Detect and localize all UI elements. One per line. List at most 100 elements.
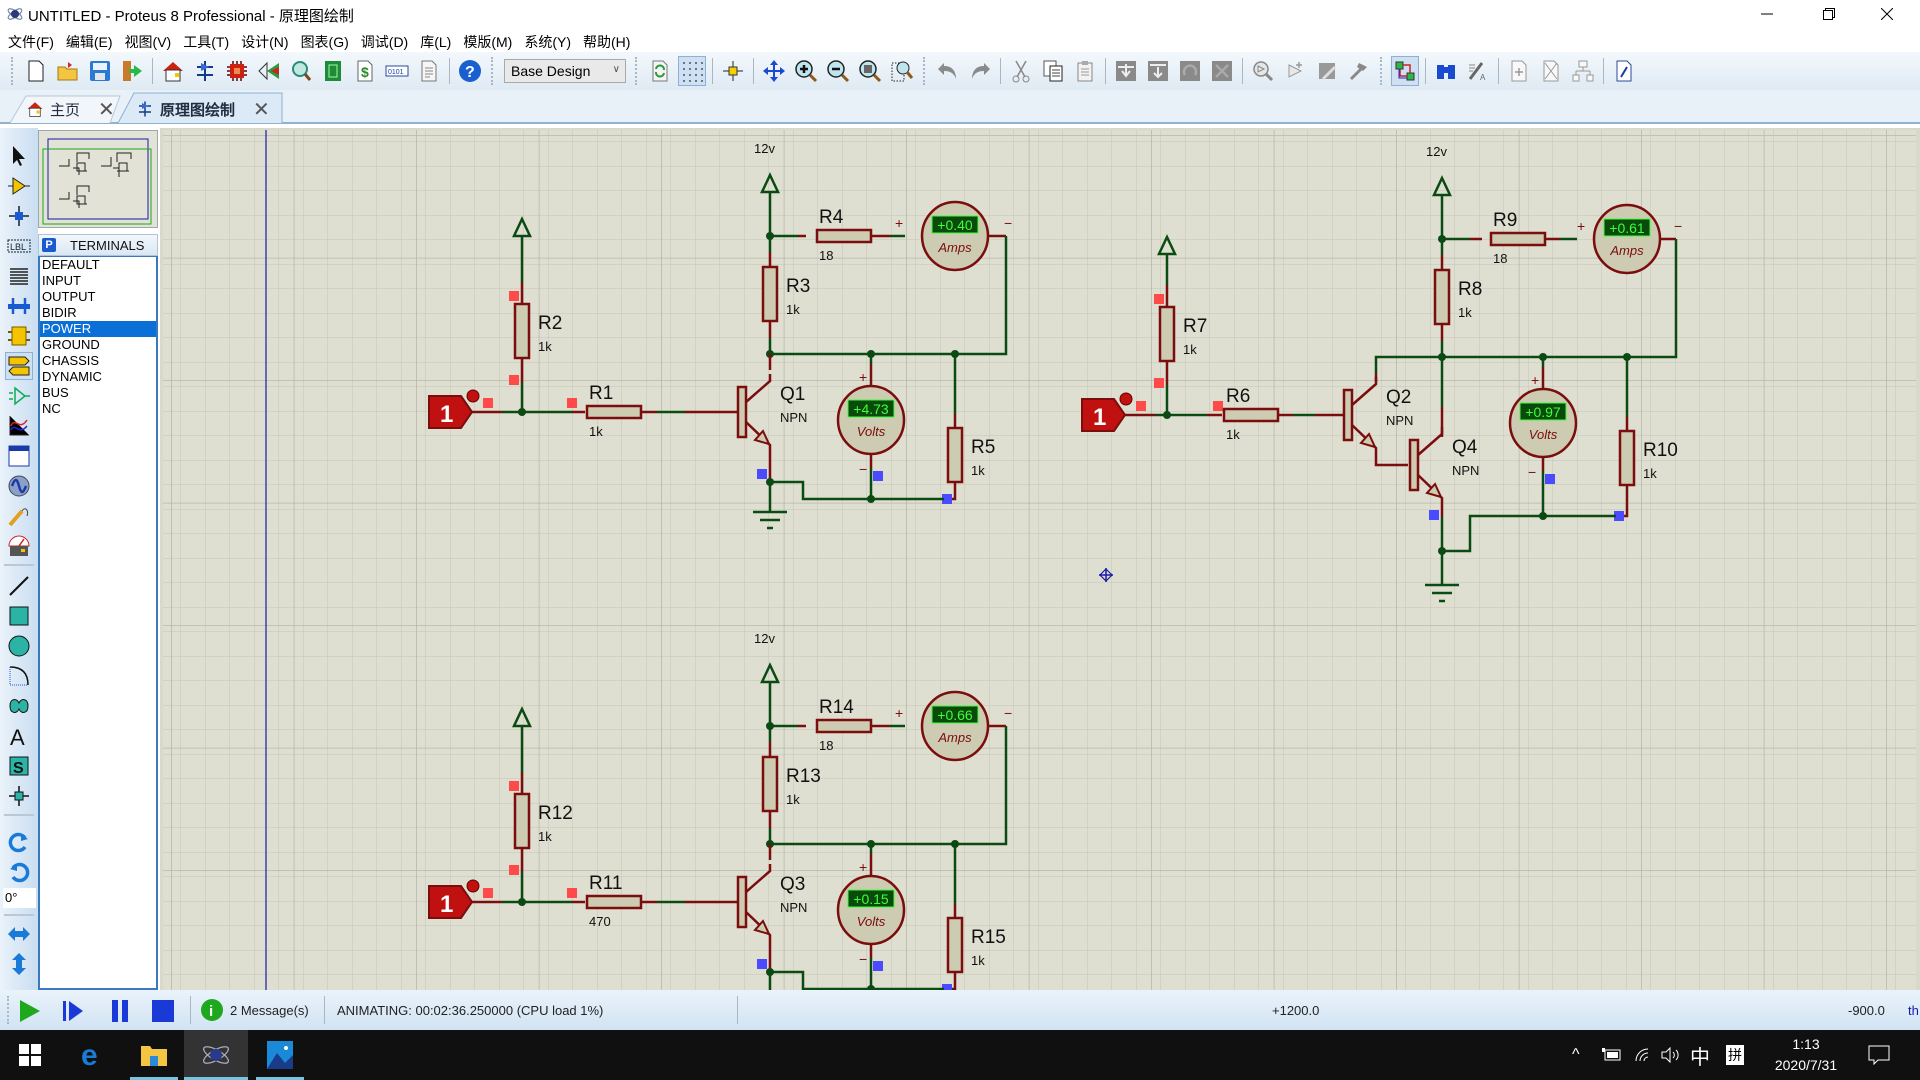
tab-schematic[interactable]: 原理图绘制 ✕ xyxy=(136,94,270,124)
terminal-item-input[interactable]: INPUT xyxy=(40,273,156,289)
taskbar-photos[interactable] xyxy=(250,1030,310,1080)
graph-mode-button[interactable] xyxy=(5,412,33,440)
design-notes-button[interactable] xyxy=(415,56,443,86)
terminal-item-power[interactable]: POWER xyxy=(40,321,156,337)
messages-count[interactable]: 2 Message(s) xyxy=(230,1003,309,1018)
package-tool-button[interactable] xyxy=(1313,56,1341,86)
text-script-button[interactable] xyxy=(5,262,33,290)
selection-mode-button[interactable] xyxy=(5,142,33,170)
exit-to-parent-button[interactable] xyxy=(1569,56,1597,86)
voltmeter[interactable]: +4.73 Volts xyxy=(836,384,906,456)
volume-indicator[interactable] xyxy=(1660,1030,1682,1080)
toolbar-grip[interactable] xyxy=(491,57,495,85)
menu-library[interactable]: 库(L) xyxy=(418,28,457,52)
stop-button[interactable] xyxy=(150,998,176,1024)
decompose-button[interactable] xyxy=(1345,56,1373,86)
voltage-probe-button[interactable] xyxy=(5,502,33,530)
device-pins-button[interactable] xyxy=(5,382,33,410)
block-copy-button[interactable] xyxy=(1112,56,1140,86)
block-rotate-button[interactable] xyxy=(1176,56,1204,86)
toolbar-grip[interactable] xyxy=(923,57,927,85)
import-button[interactable] xyxy=(118,56,146,86)
ammeter[interactable]: +0.40 Amps xyxy=(920,200,990,272)
terminals-mode-button[interactable] xyxy=(5,352,33,380)
start-button[interactable] xyxy=(0,1030,60,1080)
toolbar-grip[interactable] xyxy=(635,57,639,85)
origin-button[interactable] xyxy=(719,56,747,86)
block-move-button[interactable] xyxy=(1144,56,1172,86)
schematic-canvas[interactable]: 12v R4 18 + +0.40 Amps − R3 1k Q1 NPN + +4.73 Volts − R… xyxy=(163,130,1916,990)
source-code-button[interactable]: 0101 xyxy=(383,56,411,86)
flip-vertical-button[interactable] xyxy=(5,950,33,978)
schematic-button[interactable] xyxy=(191,56,219,86)
new-file-button[interactable] xyxy=(22,56,50,86)
arc-mode-button[interactable] xyxy=(5,662,33,690)
terminal-item-output[interactable]: OUTPUT xyxy=(40,289,156,305)
open-file-button[interactable] xyxy=(54,56,82,86)
toolbar-grip[interactable] xyxy=(1380,57,1384,85)
wire-label-button[interactable]: LBL xyxy=(5,232,33,260)
make-device-button[interactable] xyxy=(1281,56,1309,86)
symbol-mode-button[interactable]: S xyxy=(5,752,33,780)
close-tab-home-icon[interactable]: ✕ xyxy=(98,97,115,122)
paste-button[interactable] xyxy=(1071,56,1099,86)
save-button[interactable] xyxy=(86,56,114,86)
taskbar-proteus[interactable] xyxy=(184,1030,248,1080)
subcircuit-mode-button[interactable] xyxy=(5,322,33,350)
toggle-grid-button[interactable] xyxy=(678,56,706,86)
copy-button[interactable] xyxy=(1039,56,1067,86)
ammeter[interactable]: +0.66 Amps xyxy=(920,690,990,762)
play-button[interactable] xyxy=(16,998,42,1024)
toolbar-grip[interactable] xyxy=(11,57,15,85)
ime-mode[interactable]: 拼 xyxy=(1726,1030,1744,1080)
search-tag-button[interactable] xyxy=(1432,56,1460,86)
virtual-instruments-button[interactable] xyxy=(5,532,33,560)
3d-view-button[interactable] xyxy=(255,56,283,86)
text-mode-button[interactable]: A xyxy=(5,722,33,750)
overview-window[interactable] xyxy=(38,130,158,228)
zoom-out-button[interactable] xyxy=(824,56,852,86)
marker-mode-button[interactable] xyxy=(5,782,33,810)
voltmeter[interactable]: +0.97 Volts xyxy=(1508,387,1578,459)
generator-mode-button[interactable] xyxy=(5,472,33,500)
bus-mode-button[interactable] xyxy=(5,292,33,320)
box-mode-button[interactable] xyxy=(5,602,33,630)
menu-debug[interactable]: 调试(D) xyxy=(359,28,414,52)
junction-dot-button[interactable] xyxy=(5,202,33,230)
menu-system[interactable]: 系统(Y) xyxy=(522,28,577,52)
cut-button[interactable] xyxy=(1007,56,1035,86)
taskbar-edge[interactable]: e xyxy=(64,1030,124,1080)
undo-button[interactable] xyxy=(934,56,962,86)
pcb-button[interactable] xyxy=(223,56,251,86)
menu-tools[interactable]: 工具(T) xyxy=(181,28,235,52)
bom-button[interactable]: $ xyxy=(351,56,379,86)
voltmeter[interactable]: +0.15 Volts xyxy=(836,874,906,946)
terminal-item-dynamic[interactable]: DYNAMIC xyxy=(40,369,156,385)
flip-horizontal-button[interactable] xyxy=(5,920,33,948)
minimize-button[interactable] xyxy=(1744,0,1790,28)
ime-indicator[interactable]: 中 xyxy=(1690,1030,1710,1080)
line-mode-button[interactable] xyxy=(5,572,33,600)
taskbar-file-explorer[interactable] xyxy=(124,1030,184,1080)
terminal-item-bidir[interactable]: BIDIR xyxy=(40,305,156,321)
units-indicator[interactable]: th xyxy=(1908,1003,1919,1018)
help-button[interactable]: ? xyxy=(456,56,484,86)
rotation-angle-field[interactable]: 0° xyxy=(3,888,36,908)
rotate-anticlockwise-button[interactable] xyxy=(5,858,33,886)
menu-view[interactable]: 视图(V) xyxy=(123,28,178,52)
path-mode-button[interactable] xyxy=(5,692,33,720)
show-hidden-icons-button[interactable]: ^ xyxy=(1572,1030,1580,1080)
block-delete-button[interactable] xyxy=(1208,56,1236,86)
zoom-area-button[interactable] xyxy=(888,56,916,86)
wire-autoroute-button[interactable] xyxy=(1391,56,1419,86)
step-button[interactable] xyxy=(60,998,86,1024)
menu-template[interactable]: 模版(M) xyxy=(461,28,518,52)
new-sheet-button[interactable] xyxy=(1505,56,1533,86)
terminal-item-chassis[interactable]: CHASSIS xyxy=(40,353,156,369)
menu-file[interactable]: 文件(F) xyxy=(6,28,60,52)
terminal-item-ground[interactable]: GROUND xyxy=(40,337,156,353)
terminal-item-default[interactable]: DEFAULT xyxy=(40,257,156,273)
schematic-drawing[interactable]: 12v R4 18 + +0.40 Amps − R3 1k Q1 NPN + +4.73 Volts − R… xyxy=(163,130,1916,990)
redraw-button[interactable] xyxy=(646,56,674,86)
tab-home[interactable]: 主页 ✕ xyxy=(26,94,115,124)
